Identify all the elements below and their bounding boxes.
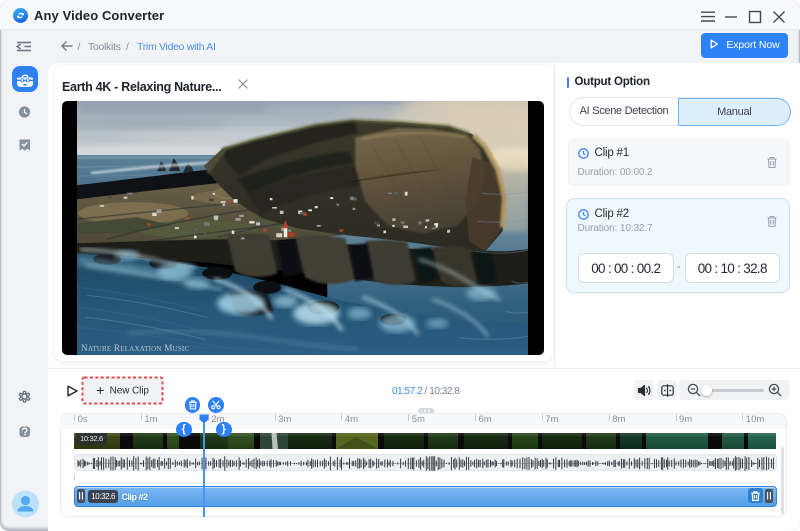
svg-text:NATURE RELAXATION MUSIC: NATURE RELAXATION MUSIC	[81, 343, 189, 353]
